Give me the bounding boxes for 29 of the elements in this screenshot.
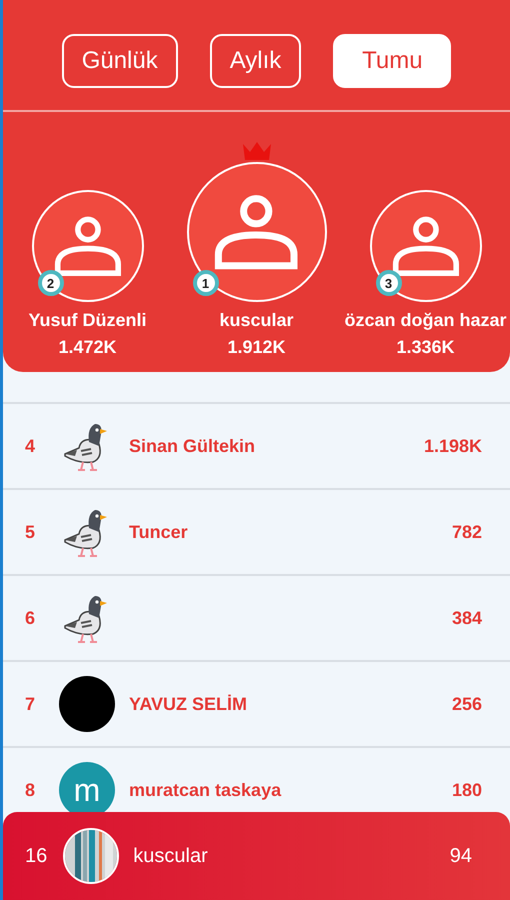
rank-number: 8 — [25, 780, 36, 800]
player-score: 384 — [452, 608, 482, 628]
player-score: 1.336K — [396, 337, 455, 358]
player-score: 180 — [452, 780, 482, 800]
player-score: 1.198K — [424, 436, 482, 456]
player-score: 256 — [452, 694, 482, 714]
player-name: YAVUZ SELİM — [129, 694, 248, 714]
player-name: Sinan Gültekin — [129, 436, 256, 456]
rank-number: 5 — [25, 522, 36, 542]
medal-badge: 1 — [192, 270, 218, 296]
player-name: Yusuf Düzenli — [28, 310, 146, 331]
player-score: 1.912K — [227, 337, 286, 358]
player-name: Tuncer — [129, 522, 189, 542]
medal-badge: 3 — [376, 270, 402, 296]
period-tab[interactable]: Günlük — [62, 34, 178, 88]
player-score: 1.472K — [58, 337, 117, 358]
player-score: 94 — [450, 844, 472, 868]
period-tab[interactable]: Aylık — [210, 34, 302, 88]
period-tab[interactable]: Tumu — [333, 34, 452, 88]
player-name: muratcan taskaya — [129, 780, 282, 800]
medal-badge: 2 — [38, 270, 64, 296]
rank-number: 16 — [25, 844, 48, 868]
player-name: özcan doğan hazar — [344, 310, 507, 331]
player-name: kuscular — [219, 310, 294, 331]
player-score: 782 — [452, 522, 482, 542]
rank-number: 6 — [25, 608, 36, 628]
player-name: kuscular — [133, 844, 209, 868]
rank-number: 4 — [25, 436, 36, 456]
rank-number: 7 — [25, 694, 36, 714]
